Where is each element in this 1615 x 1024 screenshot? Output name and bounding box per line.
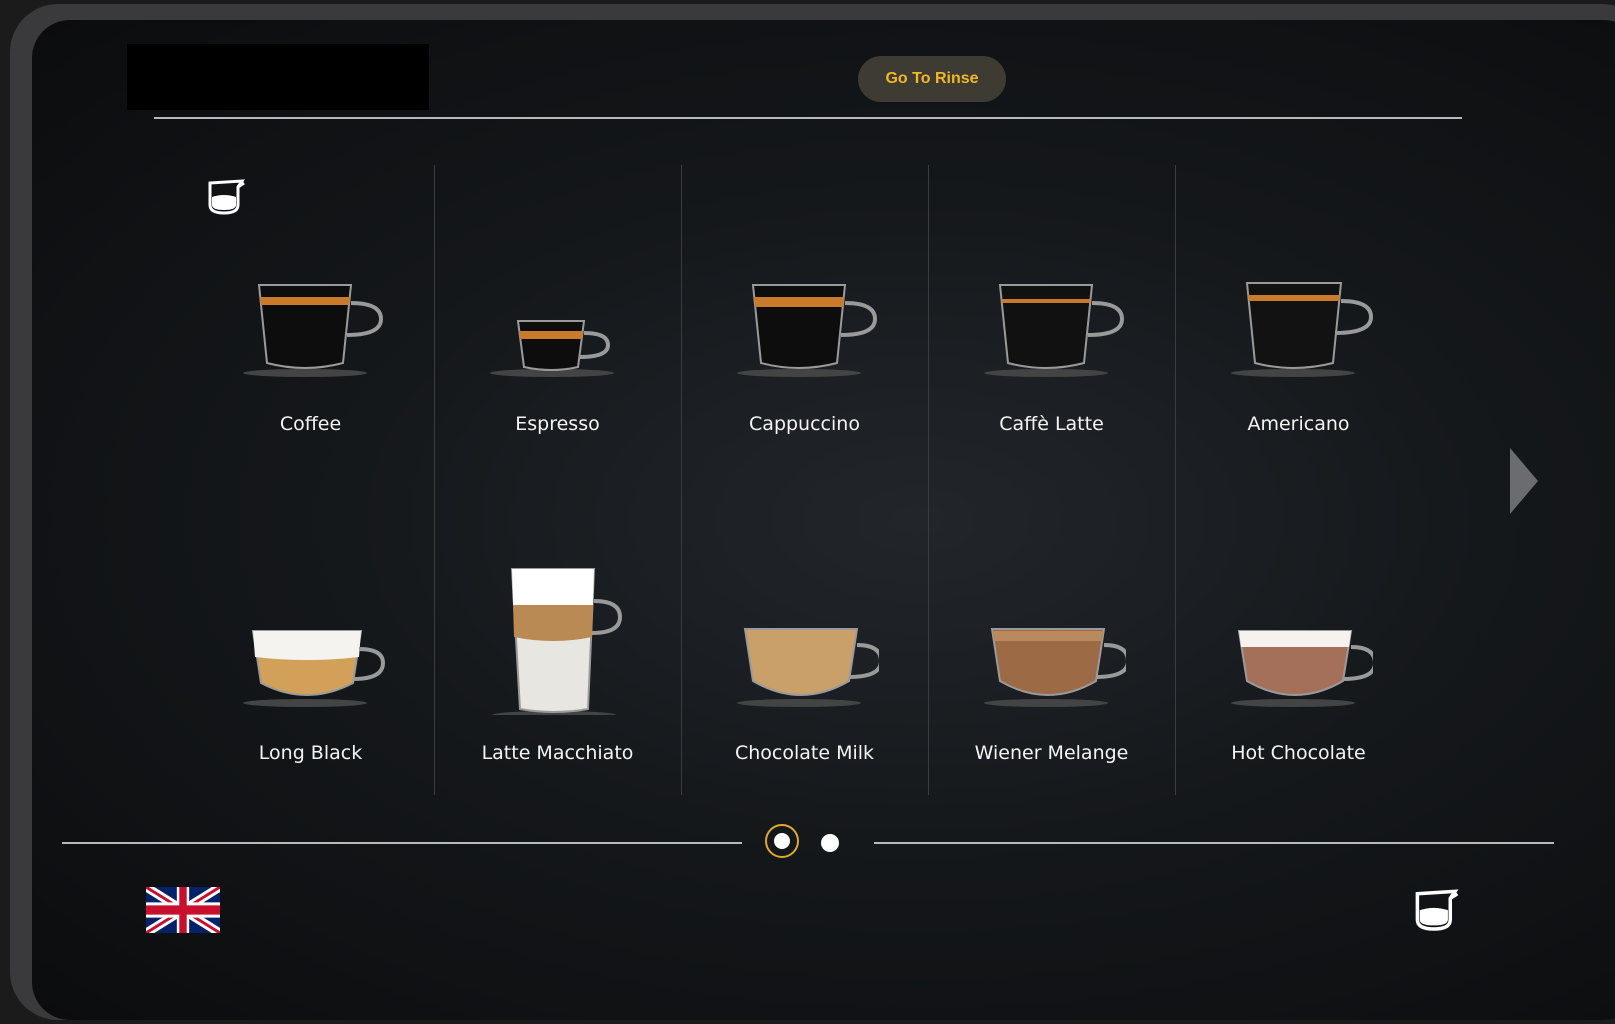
drink-tile-americano[interactable]: Americano (1175, 165, 1422, 465)
footer-divider-right (874, 842, 1554, 844)
drink-label: Americano (1247, 413, 1350, 435)
chocolate-milk-cup-icon (737, 628, 879, 707)
drink-tile-chocolate-milk[interactable]: Chocolate Milk (681, 480, 928, 780)
page-dot[interactable] (821, 834, 839, 852)
coffee-pot-icon[interactable] (1408, 884, 1462, 934)
latte-macchiato-glass-icon (492, 568, 623, 715)
drink-label: Latte Macchiato (481, 742, 634, 764)
logo-placeholder (127, 44, 429, 110)
drink-label: Coffee (279, 413, 342, 435)
drink-tile-latte-macchiato[interactable]: Latte Macchiato (434, 480, 681, 780)
drink-tile-coffee[interactable]: Coffee (187, 165, 434, 465)
long-black-cup-icon (243, 630, 385, 707)
drink-label: Caffè Latte (999, 413, 1104, 435)
drink-tile-hot-chocolate[interactable]: Hot Chocolate (1175, 480, 1422, 780)
header-divider (154, 117, 1462, 119)
espresso-cup-icon (490, 320, 614, 377)
drink-tile-wiener-melange[interactable]: Wiener Melange (928, 480, 1175, 780)
drink-grid: Coffee Espresso Cappuccino Caffè Latte A… (187, 165, 1423, 795)
screen: Go To Rinse Coffee Espresso Cappuccino C… (32, 20, 1615, 1020)
drink-label: Hot Chocolate (1231, 742, 1366, 764)
drink-label: Espresso (515, 413, 600, 435)
drink-tile-long-black[interactable]: Long Black (187, 480, 434, 780)
go-to-rinse-button[interactable]: Go To Rinse (858, 56, 1006, 102)
page-dot-active[interactable] (765, 824, 799, 858)
cappuccino-cup-icon (737, 284, 878, 377)
drink-label: Long Black (258, 742, 363, 764)
footer-divider-left (62, 842, 742, 844)
drink-tile-espresso[interactable]: Espresso (434, 165, 681, 465)
drink-label: Wiener Melange (974, 742, 1129, 764)
hot-chocolate-cup-icon (1231, 630, 1373, 707)
uk-flag-icon[interactable] (146, 887, 220, 933)
drink-tile-cappuccino[interactable]: Cappuccino (681, 165, 928, 465)
drink-label: Cappuccino (749, 413, 860, 435)
coffee-cup-icon (243, 284, 384, 377)
device-frame: Go To Rinse Coffee Espresso Cappuccino C… (10, 4, 1615, 1020)
drink-label: Chocolate Milk (734, 742, 875, 764)
caffe-latte-cup-icon (984, 284, 1125, 377)
americano-cup-icon (1231, 282, 1373, 377)
chevron-right-icon[interactable] (1508, 446, 1540, 516)
wiener-melange-cup-icon (984, 628, 1126, 707)
drink-tile-caffe-latte[interactable]: Caffè Latte (928, 165, 1175, 465)
